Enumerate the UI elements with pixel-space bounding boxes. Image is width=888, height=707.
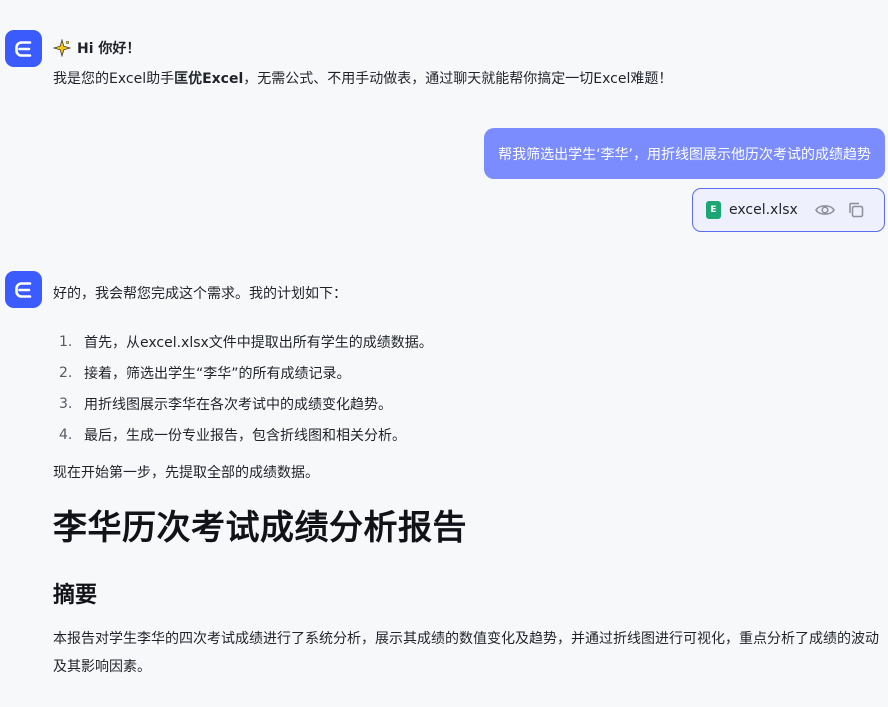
greeting-title: Hi 你好！ bbox=[53, 38, 140, 58]
excel-e-logo-icon bbox=[14, 281, 31, 298]
greeting-text: 我是您的Excel助手匡优Excel，无需公式、不用手动做表，通过聊天就能帮你搞… bbox=[53, 68, 672, 88]
plan-item: 1. 首先，从excel.xlsx文件中提取出所有学生的成绩数据。 bbox=[53, 326, 433, 357]
summary-paragraph: 本报告对学生李华的四次考试成绩进行了系统分析，展示其成绩的数值变化及趋势，并通过… bbox=[53, 631, 879, 675]
plan-item: 3. 用折线图展示李华在各次考试中的成绩变化趋势。 bbox=[53, 388, 433, 419]
plan-item-number: 4. bbox=[59, 426, 73, 443]
greeting-brand: 匡优Excel bbox=[174, 71, 244, 87]
user-message-bubble: 帮我筛选出学生‘李华’，用折线图展示他历次考试的成绩趋势 bbox=[484, 128, 885, 179]
plan-list: 1. 首先，从excel.xlsx文件中提取出所有学生的成绩数据。 2. 接着，筛选… bbox=[53, 326, 433, 450]
preview-button[interactable] bbox=[814, 199, 836, 221]
reply-intro: 好的，我会帮您完成这个需求。我的计划如下： bbox=[53, 286, 347, 302]
chat-page: Hi 你好！ 我是您的Excel助手匡优Excel，无需公式、不用手动做表，通过… bbox=[0, 0, 888, 707]
attachment-file-name: excel.xlsx bbox=[729, 202, 798, 218]
attachment-chip[interactable]: E excel.xlsx bbox=[692, 188, 885, 232]
plan-item-text: 首先，从excel.xlsx文件中提取出所有学生的成绩数据。 bbox=[84, 334, 433, 351]
plan-item: 2. 接着，筛选出学生“李华”的所有成绩记录。 bbox=[53, 357, 433, 388]
greeting-suffix: ，无需公式、不用手动做表，通过聊天就能帮你搞定一切Excel难题！ bbox=[243, 71, 673, 87]
plan-item-number: 1. bbox=[59, 333, 73, 350]
plan-item-number: 3. bbox=[59, 395, 73, 412]
excel-file-icon: E bbox=[706, 201, 721, 219]
plan-item-number: 2. bbox=[59, 364, 73, 381]
plan-item-text: 接着，筛选出学生“李华”的所有成绩记录。 bbox=[84, 365, 351, 382]
plan-item-text: 最后，生成一份专业报告，包含折线图和相关分析。 bbox=[84, 427, 406, 444]
plan-item: 4. 最后，生成一份专业报告，包含折线图和相关分析。 bbox=[53, 419, 433, 450]
summary-heading: 摘要 bbox=[53, 583, 98, 608]
greeting-title-text: Hi 你好！ bbox=[77, 41, 141, 57]
greeting-prefix: 我是您的Excel助手 bbox=[53, 71, 175, 87]
eye-icon bbox=[814, 205, 835, 215]
sparkle-icon bbox=[53, 39, 71, 57]
assistant-avatar bbox=[5, 271, 42, 308]
assistant-avatar bbox=[5, 30, 42, 67]
excel-e-logo-icon bbox=[14, 40, 31, 57]
plan-item-text: 用折线图展示李华在各次考试中的成绩变化趋势。 bbox=[84, 396, 392, 413]
copy-icon bbox=[849, 202, 864, 218]
user-message-text: 帮我筛选出学生‘李华’，用折线图展示他历次考试的成绩趋势 bbox=[498, 146, 871, 163]
copy-button[interactable] bbox=[845, 199, 867, 221]
step-status-text: 现在开始第一步，先提取全部的成绩数据。 bbox=[53, 465, 319, 481]
report-title: 李华历次考试成绩分析报告 bbox=[53, 508, 467, 548]
